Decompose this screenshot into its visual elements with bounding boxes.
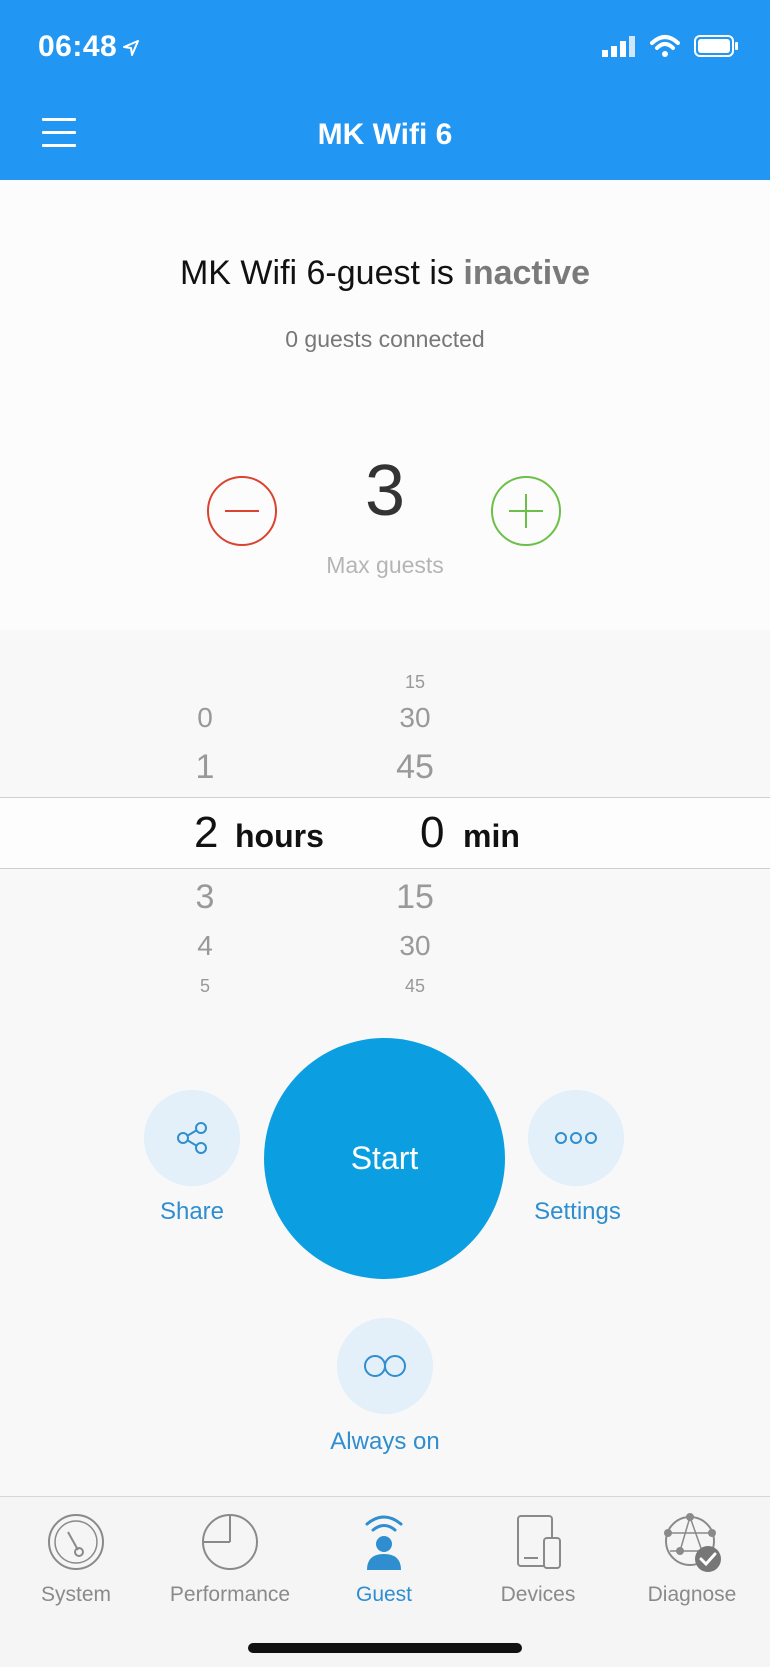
tab-label: Performance	[169, 1583, 291, 1606]
tab-label: Diagnose	[647, 1583, 737, 1606]
always-on-label[interactable]: Always on	[305, 1428, 465, 1456]
guest-icon	[365, 1515, 403, 1570]
app-title: MK Wifi 6	[317, 118, 453, 151]
hour-option[interactable]: 4	[180, 930, 230, 962]
signal-icon	[602, 36, 635, 57]
guests-connected: 0 guests connected	[285, 326, 485, 352]
app-header: 06:48 MK Wifi 6	[0, 0, 770, 180]
hour-option[interactable]: 3	[180, 878, 230, 917]
minute-option[interactable]: 30	[385, 930, 445, 962]
share-button[interactable]	[144, 1090, 240, 1186]
duration-picker[interactable]: 0 1 3 4 5 15 30 45 15 30 45	[0, 640, 770, 1010]
settings-button[interactable]	[528, 1090, 624, 1186]
minute-option[interactable]: 15	[385, 878, 445, 917]
selected-hours[interactable]: 2	[194, 808, 218, 858]
tab-system[interactable]: System	[1, 1509, 151, 1607]
start-button[interactable]: Start	[264, 1038, 505, 1279]
status-time: 06:48	[38, 30, 140, 64]
tab-performance[interactable]: Performance	[155, 1509, 305, 1607]
more-icon	[555, 1132, 597, 1144]
network-status: MK Wifi 6-guest is inactive	[0, 254, 770, 293]
hour-option[interactable]: 5	[180, 976, 230, 997]
tab-guest[interactable]: Guest	[309, 1509, 459, 1607]
network-state: inactive	[463, 254, 591, 292]
network-name: MK Wifi 6-guest is	[179, 254, 454, 292]
gauge-icon	[48, 1514, 104, 1570]
pie-icon	[202, 1514, 258, 1570]
share-label[interactable]: Share	[132, 1198, 252, 1226]
hour-option[interactable]: 1	[180, 748, 230, 787]
minute-option[interactable]: 15	[385, 672, 445, 693]
minute-option[interactable]: 30	[385, 702, 445, 734]
tab-label: System	[40, 1583, 111, 1606]
increase-guests-button[interactable]	[491, 476, 561, 546]
tab-devices[interactable]: Devices	[463, 1509, 613, 1607]
settings-label[interactable]: Settings	[510, 1198, 645, 1226]
tab-bar: System Performance Guest Devices Diagnos…	[0, 1496, 770, 1667]
minute-option[interactable]: 45	[385, 976, 445, 997]
wifi-icon	[650, 35, 680, 57]
minutes-unit-label: min	[463, 818, 520, 854]
diagnose-icon	[664, 1513, 721, 1572]
devices-icon	[517, 1515, 561, 1569]
minute-option[interactable]: 45	[385, 748, 445, 787]
plus-icon	[509, 494, 543, 528]
infinity-icon	[364, 1355, 406, 1377]
tab-label: Guest	[355, 1583, 413, 1606]
share-icon	[177, 1122, 207, 1154]
max-guests-value: 3	[364, 451, 406, 531]
tab-label: Devices	[500, 1583, 576, 1606]
hour-option[interactable]: 0	[180, 702, 230, 734]
hours-unit-label: hours	[235, 818, 324, 854]
selected-minutes[interactable]: 0	[420, 808, 444, 858]
battery-icon	[694, 35, 738, 57]
location-icon	[123, 40, 140, 56]
tab-diagnose[interactable]: Diagnose	[617, 1509, 767, 1607]
status-icons	[602, 34, 740, 58]
home-indicator	[248, 1643, 522, 1653]
max-guests-label: Max guests	[326, 552, 444, 578]
always-on-button[interactable]	[337, 1318, 433, 1414]
